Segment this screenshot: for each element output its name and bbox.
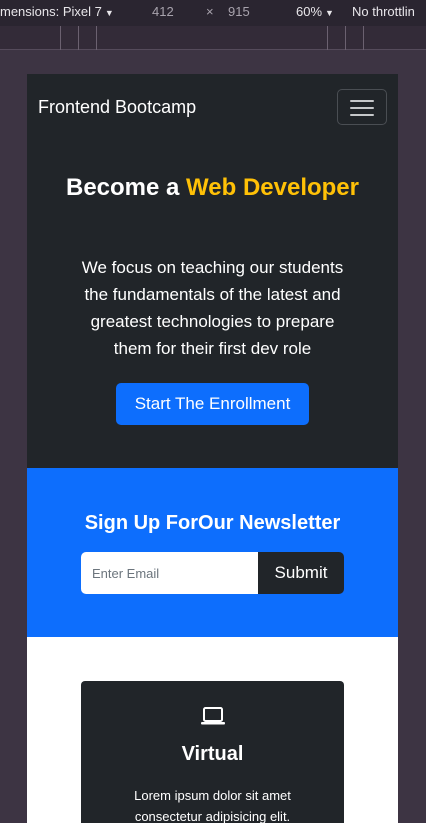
zoom-selector[interactable]: 60% ▼: [296, 4, 334, 19]
throttling-selector[interactable]: No throttlin: [352, 4, 415, 19]
hero-title-prefix: Become a: [65, 174, 187, 201]
times-symbol: ×: [206, 4, 214, 19]
ruler-tick[interactable]: [78, 26, 79, 50]
ruler-tick[interactable]: [327, 26, 328, 50]
enroll-button[interactable]: Start The Enrollment: [116, 383, 309, 425]
hero-title: Become a Web Developer: [27, 172, 398, 203]
hamburger-icon-line: [350, 107, 374, 109]
navbar: Frontend Bootcamp: [27, 74, 398, 140]
card-text: Lorem ipsum dolor sit amet consectetur a…: [134, 788, 291, 823]
newsletter-form: Submit: [81, 552, 344, 594]
laptop-icon: [201, 707, 225, 725]
hamburger-icon-line: [350, 100, 374, 102]
media-query-ruler: [0, 26, 426, 50]
width-field[interactable]: 412: [152, 4, 174, 19]
newsletter-section: Sign Up ForOur Newsletter Submit: [27, 468, 398, 637]
emulated-viewport: Frontend Bootcamp Become a Web Developer…: [27, 74, 398, 823]
newsletter-title: Sign Up ForOur Newsletter: [84, 512, 341, 534]
ruler-tick[interactable]: [60, 26, 61, 50]
navbar-toggler[interactable]: [337, 89, 387, 125]
virtual-card: Virtual Lorem ipsum dolor sit amet conse…: [81, 681, 344, 823]
height-field[interactable]: 915: [228, 4, 250, 19]
email-input[interactable]: [81, 552, 258, 594]
ruler-tick[interactable]: [363, 26, 364, 50]
submit-button[interactable]: Submit: [258, 552, 344, 594]
device-selector[interactable]: mensions: Pixel 7 ▼: [0, 4, 114, 19]
caret-down-icon: ▼: [104, 8, 114, 18]
hero-section: Become a Web Developer We focus on teach…: [27, 140, 398, 468]
hamburger-icon-line: [350, 114, 374, 116]
boxes-section: Virtual Lorem ipsum dolor sit amet conse…: [27, 637, 398, 823]
ruler-tick[interactable]: [345, 26, 346, 50]
card-title: Virtual: [181, 743, 244, 765]
ruler-tick[interactable]: [96, 26, 97, 50]
hero-description: We focus on teaching our students the fu…: [81, 258, 344, 358]
hero-title-accent: Web Developer: [186, 174, 359, 201]
devtools-device-toolbar: mensions: Pixel 7 ▼ 412 × 915 60% ▼ No thr…: [0, 0, 426, 26]
device-label: mensions: Pixel 7: [0, 4, 102, 19]
navbar-brand[interactable]: Frontend Bootcamp: [38, 97, 196, 118]
zoom-label: 60%: [296, 4, 323, 19]
caret-down-icon: ▼: [325, 8, 334, 18]
